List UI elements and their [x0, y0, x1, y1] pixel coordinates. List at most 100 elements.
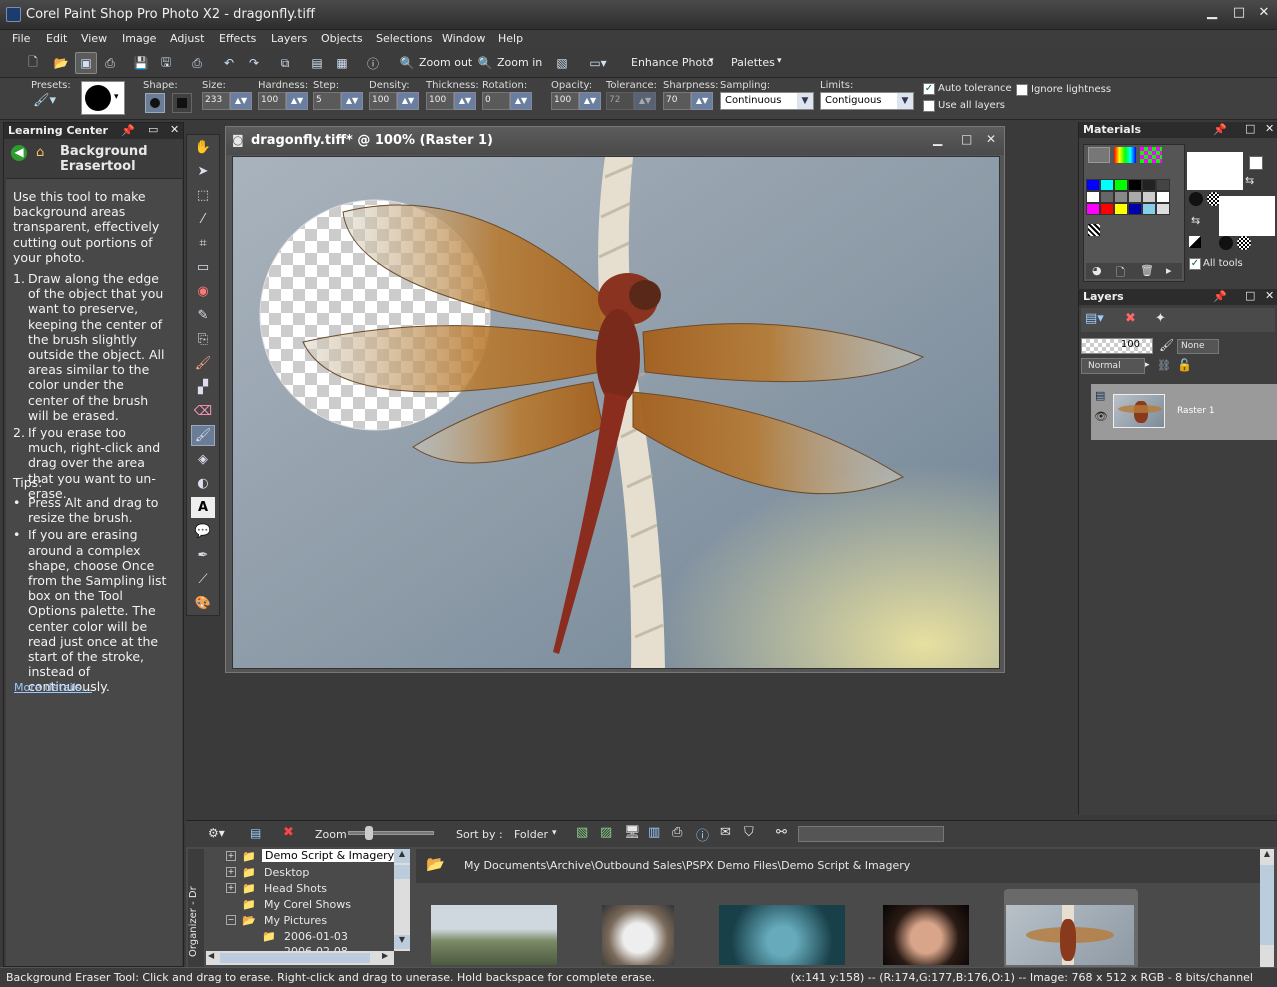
tolerance-spin-icon[interactable]: ▲▼	[634, 92, 656, 110]
minimize-icon[interactable]: ▭	[148, 123, 158, 136]
tolerance-field[interactable]: 72 ▲▼	[606, 92, 656, 110]
open-folder-icon[interactable]: 📂	[50, 52, 72, 74]
info-icon[interactable]: ⓘ	[696, 825, 709, 844]
square-shape-button[interactable]	[172, 93, 192, 113]
monitor-icon[interactable]: 🖥	[624, 825, 641, 840]
color-swatch[interactable]	[1156, 179, 1170, 191]
photo-icon[interactable]: ▧	[551, 52, 573, 74]
eraser-tool-icon[interactable]: ⌫	[191, 401, 215, 422]
size-field[interactable]: 233 ▲▼	[202, 92, 252, 110]
layer-name[interactable]: Raster 1	[1177, 406, 1215, 416]
menu-help[interactable]: Help	[498, 32, 523, 45]
blend-mode-select[interactable]: Normal	[1081, 358, 1145, 374]
rainbow-tab-icon[interactable]	[1114, 147, 1136, 163]
maximize-icon[interactable]: □	[1227, 3, 1251, 23]
step-field[interactable]: 5 ▲▼	[313, 92, 363, 110]
sharpness-field[interactable]: 70 ▲▼	[663, 92, 713, 110]
tree-item-my-pictures[interactable]: My Pictures	[264, 914, 327, 927]
warp-brush-tool-icon[interactable]: ⟋	[191, 569, 215, 590]
chevron-right-icon[interactable]: ▸	[1145, 360, 1150, 370]
scroll-thumb[interactable]	[394, 865, 410, 879]
palette-icon[interactable]: ◕	[1092, 264, 1102, 277]
style-color-icon[interactable]	[1189, 192, 1203, 206]
tree-item-corel-shows[interactable]: My Corel Shows	[264, 898, 351, 911]
pin-icon[interactable]: 📌	[121, 124, 135, 137]
opacity-field[interactable]: 100 ▲▼	[551, 92, 601, 110]
swatch-grid[interactable]	[1086, 179, 1176, 215]
new-layer-icon[interactable]: ▤▾	[1085, 311, 1104, 326]
new-file-icon[interactable]: 🗋	[22, 52, 44, 74]
step-spin-icon[interactable]: ▲▼	[341, 92, 363, 110]
zoom-out-button[interactable]: Zoom out	[419, 56, 472, 69]
menu-image[interactable]: Image	[122, 32, 156, 45]
flood-fill-tool-icon[interactable]: ◈	[191, 449, 215, 470]
close-icon[interactable]: ✕	[1265, 122, 1274, 135]
reset-colors-icon[interactable]	[1189, 236, 1201, 248]
delete-icon[interactable]: ✖	[283, 825, 294, 840]
scroll-thumb[interactable]	[1260, 865, 1274, 945]
pin-icon[interactable]: 📌	[1213, 123, 1227, 136]
clone-tool-icon[interactable]: ⎘	[191, 329, 215, 350]
background-swatch[interactable]	[1219, 196, 1275, 236]
close-icon[interactable]: ✕	[986, 132, 996, 146]
gear-icon[interactable]: ⚙▾	[208, 826, 225, 840]
round-shape-button[interactable]	[145, 93, 165, 113]
palettes-button[interactable]: Palettes	[731, 56, 775, 69]
bg-style-color-icon[interactable]	[1219, 236, 1233, 250]
color-swatch[interactable]	[1100, 179, 1114, 191]
all-tools-checkbox[interactable]: ✓	[1189, 258, 1201, 270]
save-icon[interactable]: 💾	[130, 52, 152, 74]
delete-layer-icon[interactable]: ✖	[1125, 311, 1136, 326]
thumbnail-landscape[interactable]	[431, 905, 557, 965]
foreground-swatch[interactable]	[1187, 152, 1243, 190]
palettes-dropdown-icon[interactable]: ▾	[777, 56, 782, 66]
foreground-mini-swatch[interactable]	[1249, 156, 1263, 170]
scroll-left-icon[interactable]: ◀	[208, 951, 214, 960]
hardness-spin-icon[interactable]: ▲▼	[286, 92, 308, 110]
color-swatch[interactable]	[1142, 203, 1156, 215]
zoom-slider[interactable]	[348, 826, 434, 840]
menu-selections[interactable]: Selections	[376, 32, 432, 45]
background-eraser-tool-icon[interactable]: 🖌	[191, 425, 215, 446]
screen-mode-icon[interactable]: ▭▾	[584, 52, 612, 74]
pen-tool-icon[interactable]: ✒	[191, 545, 215, 566]
info-icon[interactable]: ⓘ	[362, 52, 384, 74]
preset-shape-tool-icon[interactable]: 💬	[191, 521, 215, 542]
close-icon[interactable]: ✕	[1265, 289, 1274, 302]
dragonfly-photo[interactable]	[233, 157, 1000, 669]
swatches-tab-icon[interactable]	[1140, 147, 1162, 163]
swap-colors-icon[interactable]: ⇆	[1245, 174, 1254, 187]
menu-window[interactable]: Window	[442, 32, 485, 45]
thumbnail-dog[interactable]	[602, 905, 674, 965]
maximize-icon[interactable]: □	[961, 132, 972, 146]
density-field[interactable]: 100 ▲▼	[369, 92, 419, 110]
scroll-up-icon[interactable]: ▲	[1260, 849, 1274, 863]
color-swatch[interactable]	[1086, 179, 1100, 191]
menu-adjust[interactable]: Adjust	[170, 32, 204, 45]
color-swatch[interactable]	[1128, 203, 1142, 215]
thumbnail-portrait[interactable]	[883, 905, 969, 965]
image-edit-icon[interactable]: ▤	[306, 52, 328, 74]
pick-tool-icon[interactable]: ➤	[191, 161, 215, 182]
tree-vertical-scrollbar[interactable]: ▲ ▼	[394, 849, 410, 951]
color-swatch[interactable]	[1114, 191, 1128, 203]
dropper-tool-icon[interactable]: ⁄	[191, 209, 215, 230]
chevron-down-icon[interactable]: ▾	[552, 828, 557, 838]
thumbnail-crab[interactable]	[719, 905, 845, 965]
lock-icon[interactable]: 🔓	[1177, 358, 1192, 372]
zoom-slider-handle[interactable]	[365, 826, 373, 840]
color-swatch[interactable]	[1086, 191, 1100, 203]
save-as-icon[interactable]: 🖫	[155, 52, 177, 74]
color-swatch[interactable]	[1100, 203, 1114, 215]
auto-tolerance-checkbox[interactable]: ✓	[923, 83, 935, 95]
image-canvas[interactable]	[232, 156, 1000, 669]
color-swatch[interactable]	[1142, 179, 1156, 191]
use-all-layers-checkbox[interactable]	[923, 100, 935, 112]
color-swatch[interactable]	[1156, 191, 1170, 203]
rotation-spin-icon[interactable]: ▲▼	[510, 92, 532, 110]
mask-icon[interactable]: ✦	[1155, 311, 1166, 326]
image-adjust-icon[interactable]: ▦	[331, 52, 353, 74]
back-arrow-icon[interactable]: ◀	[11, 145, 27, 161]
zoom-in-button[interactable]: Zoom in	[497, 56, 542, 69]
browse-icon[interactable]: ▣	[75, 52, 97, 74]
